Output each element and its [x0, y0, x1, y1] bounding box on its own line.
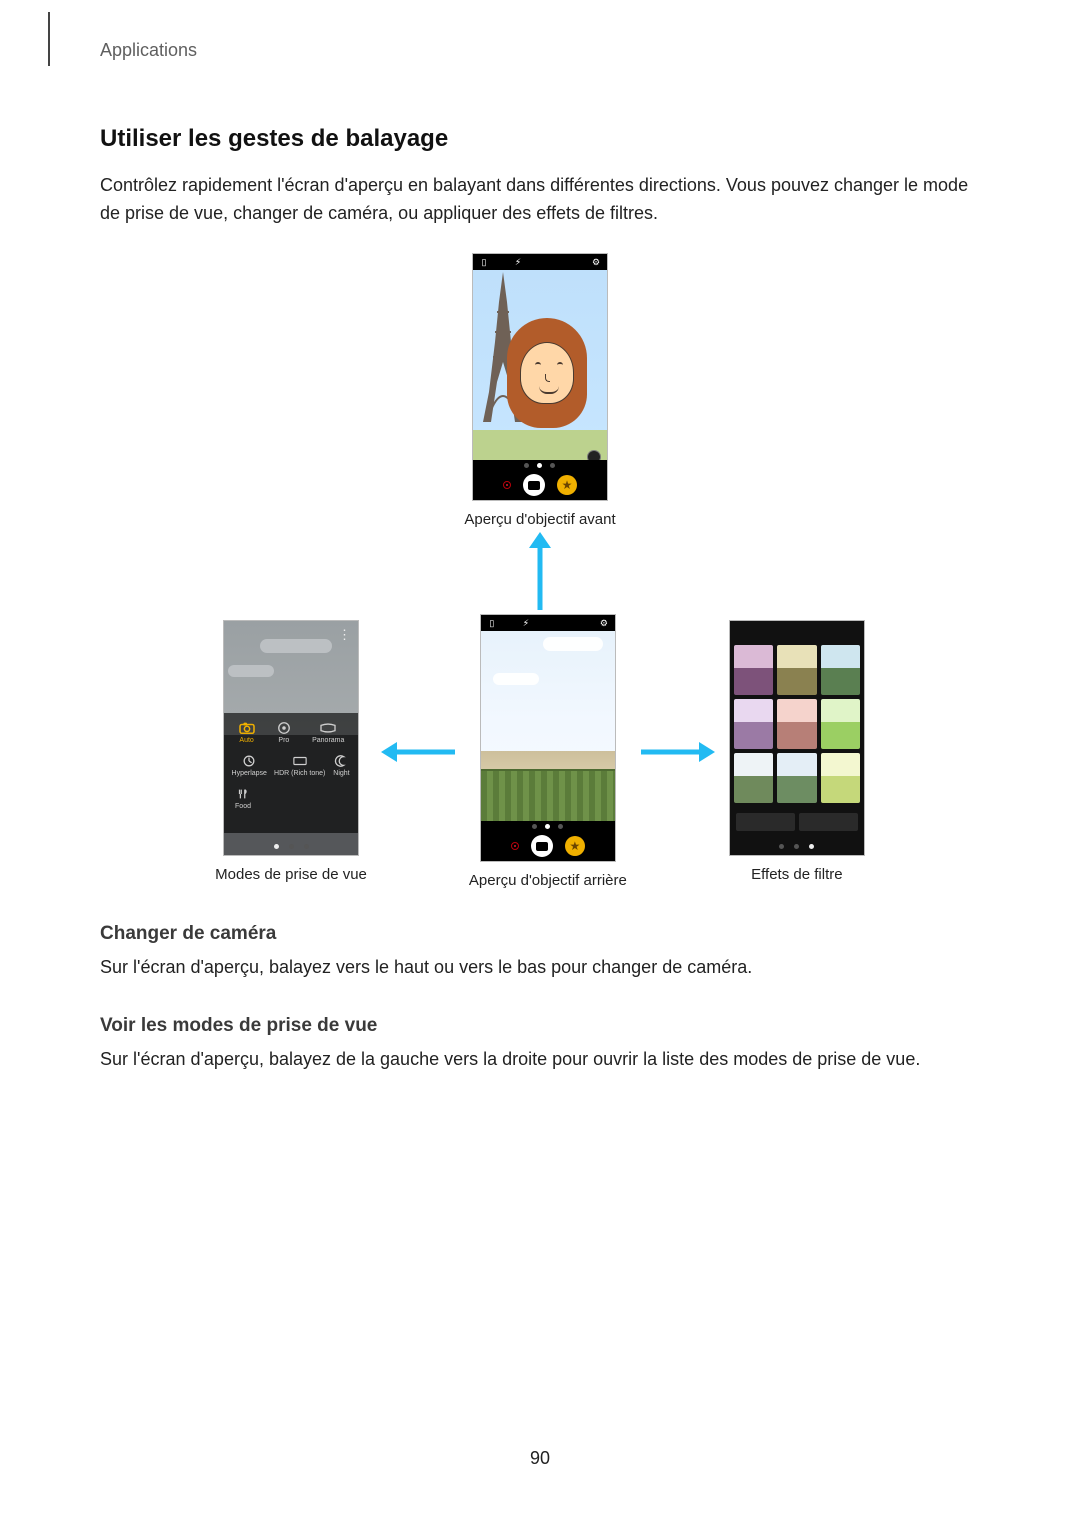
- effects-button: ★: [557, 475, 577, 495]
- page-title: Utiliser les gestes de balayage: [100, 125, 980, 153]
- mode-pro: Pro: [275, 721, 293, 744]
- mode-night: Night: [332, 754, 350, 777]
- swipe-up-arrow-icon: [526, 532, 554, 610]
- shutter-button: [523, 474, 545, 496]
- camera-topbar: ▯ ⚡︎ ⚙: [473, 254, 607, 270]
- filters-panel: [729, 620, 865, 856]
- camera-bottom-bar: ★: [473, 470, 607, 500]
- swipe-right-arrow-icon: [641, 739, 715, 765]
- phone-mock-rear: ▯ ⚡︎ ⚙: [480, 614, 616, 862]
- mode-hyperlapse: Hyperlapse: [232, 754, 267, 777]
- breadcrumb: Applications: [100, 40, 197, 61]
- phone-mock-front: ▯ ⚡︎ ⚙: [472, 253, 608, 501]
- modes-panel: ⋮ Auto Pro Panorama Hyperlapse HDR (Rich…: [223, 620, 359, 856]
- record-button: [503, 481, 511, 489]
- figure-rear-preview: ▯ ⚡︎ ⚙: [469, 614, 627, 889]
- mode-panorama: Panorama: [312, 721, 344, 744]
- swipe-left-arrow-icon: [381, 739, 455, 765]
- mode-food: Food: [234, 787, 252, 810]
- aspect-icon: ▯: [487, 618, 497, 628]
- avatar-selfie: [507, 318, 587, 428]
- caption-rear: Aperçu d'objectif arrière: [469, 872, 627, 889]
- aspect-icon: ▯: [479, 257, 489, 267]
- figure-modes: ⋮ Auto Pro Panorama Hyperlapse HDR (Rich…: [215, 620, 367, 883]
- flash-icon: ⚡︎: [521, 618, 531, 628]
- camera-topbar: ▯ ⚡︎ ⚙: [481, 615, 615, 631]
- gear-icon: ⚙: [599, 618, 609, 628]
- mode-auto: Auto: [238, 721, 256, 744]
- more-icon: ⋮: [338, 627, 352, 643]
- caption-filters: Effets de filtre: [751, 866, 842, 883]
- page-number: 90: [0, 1448, 1080, 1469]
- caption-modes: Modes de prise de vue: [215, 866, 367, 883]
- camera-bottom-bar: ★: [481, 831, 615, 861]
- subheading-view-modes: Voir les modes de prise de vue: [100, 1015, 980, 1037]
- caption-front: Aperçu d'objectif avant: [464, 511, 615, 528]
- shutter-button: [531, 835, 553, 857]
- intro-paragraph: Contrôlez rapidement l'écran d'aperçu en…: [100, 171, 980, 227]
- figure-front-preview: ▯ ⚡︎ ⚙: [464, 253, 615, 528]
- figure-filters: Effets de filtre: [729, 620, 865, 883]
- flash-icon: ⚡︎: [513, 257, 523, 267]
- mode-hdr: HDR (Rich tone): [274, 754, 325, 777]
- gear-icon: ⚙: [591, 257, 601, 267]
- header-divider: [48, 12, 50, 66]
- subheading-switch-camera: Changer de caméra: [100, 923, 980, 945]
- record-button: [511, 842, 519, 850]
- effects-button: ★: [565, 836, 585, 856]
- paragraph-view-modes: Sur l'écran d'aperçu, balayez de la gauc…: [100, 1045, 980, 1073]
- paragraph-switch-camera: Sur l'écran d'aperçu, balayez vers le ha…: [100, 953, 980, 981]
